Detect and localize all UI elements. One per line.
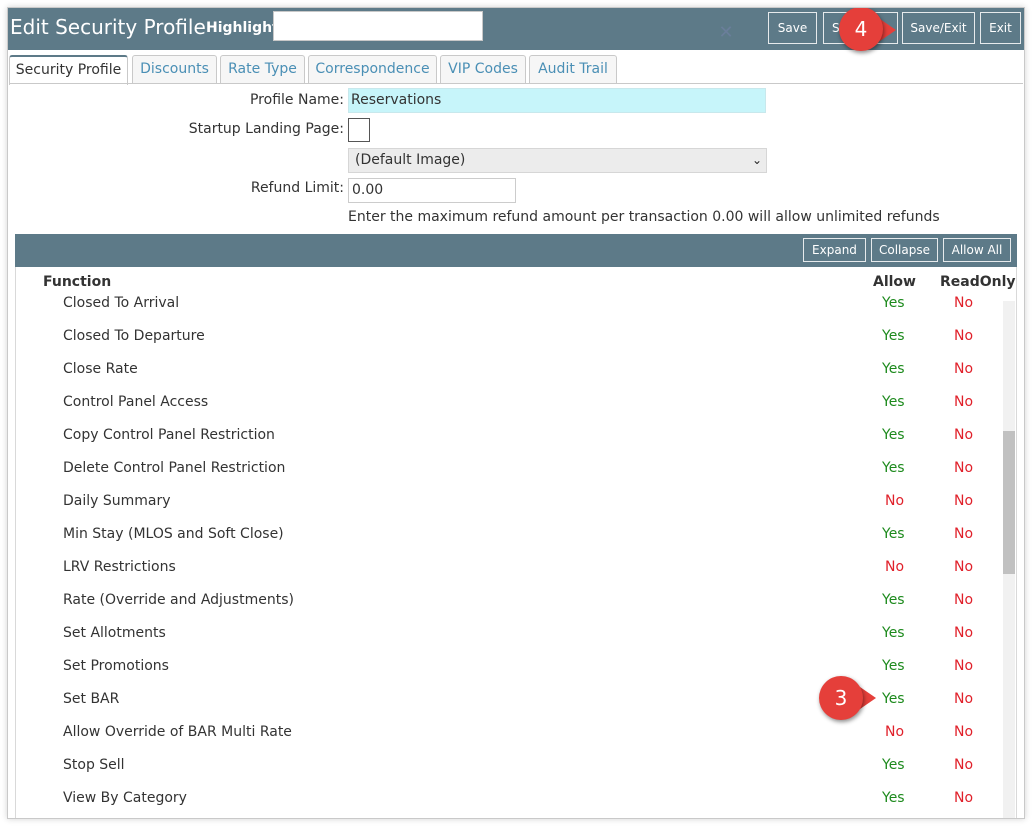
readonly-toggle[interactable]: No [954,427,973,443]
table-row: Control Panel Access Yes No [16,394,996,427]
allow-toggle[interactable]: Yes [882,592,905,608]
save-button[interactable]: Save [768,12,817,44]
scrollbar-thumb[interactable] [1003,431,1015,574]
readonly-column-header: ReadOnly [940,274,1016,290]
allow-toggle[interactable]: Yes [882,361,905,377]
readonly-toggle[interactable]: No [954,658,973,674]
table-row: LRV Restrictions No No [16,559,996,592]
table-row: Set Allotments Yes No [16,625,996,658]
table-row: Delete Control Panel Restriction Yes No [16,460,996,493]
refund-limit-label: Refund Limit: [250,180,344,196]
readonly-toggle[interactable]: No [954,295,973,311]
table-row: Closed To Arrival Yes No [16,295,996,328]
function-name: View By Category [63,790,187,806]
highlight-input[interactable] [274,12,444,40]
functions-toolbar: Expand Collapse Allow All [15,234,1017,267]
function-name: Closed To Arrival [63,295,180,311]
permissions-grid: Function Allow ReadOnly Closed To Arriva… [15,267,1017,818]
table-row: Close Rate Yes No [16,361,996,394]
tab-rate-type[interactable]: Rate Type [220,55,305,84]
allow-toggle[interactable]: No [885,493,904,509]
refund-limit-input[interactable]: 0.00 [348,178,516,203]
table-row: Copy Control Panel Restriction Yes No [16,427,996,460]
allow-toggle[interactable]: Yes [882,691,905,707]
startup-landing-page-checkbox[interactable] [348,118,370,142]
allow-toggle[interactable]: Yes [882,295,905,311]
allow-toggle[interactable]: Yes [882,658,905,674]
chevron-down-icon: ⌄ [751,153,762,167]
save-exit-button[interactable]: Save/Exit [902,12,975,44]
function-column-header: Function [43,274,112,290]
allow-toggle[interactable]: No [885,724,904,740]
readonly-toggle[interactable]: No [954,493,973,509]
landing-image-select-value: (Default Image) [355,152,466,168]
refund-hint: Enter the maximum refund amount per tran… [348,209,940,225]
vertical-scrollbar[interactable] [1003,301,1015,818]
tab-audit-trail[interactable]: Audit Trail [529,55,617,84]
function-name: Close Rate [63,361,138,377]
table-row: Stop Sell Yes No [16,757,996,790]
allow-toggle[interactable]: No [885,559,904,575]
function-name: Set Promotions [63,658,169,674]
table-row: Allow Override of BAR Multi Rate No No [16,724,996,757]
allow-toggle[interactable]: Yes [882,757,905,773]
tab-vip-codes[interactable]: VIP Codes [440,55,526,84]
allow-toggle[interactable]: Yes [882,526,905,542]
function-name: Allow Override of BAR Multi Rate [63,724,292,740]
allow-toggle[interactable]: Yes [882,394,905,410]
function-name: Set Allotments [63,625,166,641]
readonly-toggle[interactable]: No [954,328,973,344]
profile-name-label: Profile Name: [249,92,344,108]
function-name: Daily Summary [63,493,171,509]
landing-image-select[interactable]: (Default Image) ⌄ [348,148,767,173]
expand-button[interactable]: Expand [803,238,866,262]
readonly-toggle[interactable]: No [954,559,973,575]
function-name: Control Panel Access [63,394,209,410]
dialog-title: Edit Security Profile [10,15,206,39]
function-name: Set BAR [63,691,120,707]
function-name: Rate (Override and Adjustments) [63,592,294,608]
readonly-toggle[interactable]: No [954,526,973,542]
clear-icon[interactable]: ✕ [717,24,735,42]
tab-security-profile[interactable]: Security Profile [9,55,128,85]
tab-correspondence[interactable]: Correspondence [308,55,437,84]
edit-security-profile-dialog: Edit Security Profile Highlight: ✕ Save … [7,7,1025,819]
readonly-toggle[interactable]: No [954,691,973,707]
exit-button[interactable]: Exit [980,12,1021,44]
readonly-toggle[interactable]: No [954,757,973,773]
table-row: Min Stay (MLOS and Soft Close) Yes No [16,526,996,559]
table-row: View By Category Yes No [16,790,996,818]
table-row: Daily Summary No No [16,493,996,526]
readonly-toggle[interactable]: No [954,394,973,410]
allow-toggle[interactable]: Yes [882,460,905,476]
readonly-toggle[interactable]: No [954,460,973,476]
startup-landing-page-label: Startup Landing Page: [188,121,344,137]
allow-toggle[interactable]: Yes [882,427,905,443]
collapse-button[interactable]: Collapse [871,238,938,262]
readonly-toggle[interactable]: No [954,625,973,641]
profile-name-input[interactable]: Reservations [348,88,766,113]
function-name: Min Stay (MLOS and Soft Close) [63,526,284,542]
allow-all-button[interactable]: Allow All [943,238,1011,262]
readonly-toggle[interactable]: No [954,592,973,608]
step-3-callout: 3 [819,676,863,720]
readonly-toggle[interactable]: No [954,361,973,377]
function-name: LRV Restrictions [63,559,176,575]
allow-column-header: Allow [873,274,916,290]
function-name: Stop Sell [63,757,125,773]
step-4-callout: 4 [839,8,883,51]
allow-toggle[interactable]: Yes [882,790,905,806]
table-row: Rate (Override and Adjustments) Yes No [16,592,996,625]
allow-toggle[interactable]: Yes [882,625,905,641]
function-name: Delete Control Panel Restriction [63,460,286,476]
readonly-toggle[interactable]: No [954,790,973,806]
function-name: Copy Control Panel Restriction [63,427,275,443]
permissions-list: Closed To Arrival Yes No Closed To Departur… [16,295,996,818]
allow-toggle[interactable]: Yes [882,328,905,344]
function-name: Closed To Departure [63,328,205,344]
highlight-field: ✕ [273,11,734,42]
table-row: Closed To Departure Yes No [16,328,996,361]
tab-discounts[interactable]: Discounts [132,55,217,84]
readonly-toggle[interactable]: No [954,724,973,740]
